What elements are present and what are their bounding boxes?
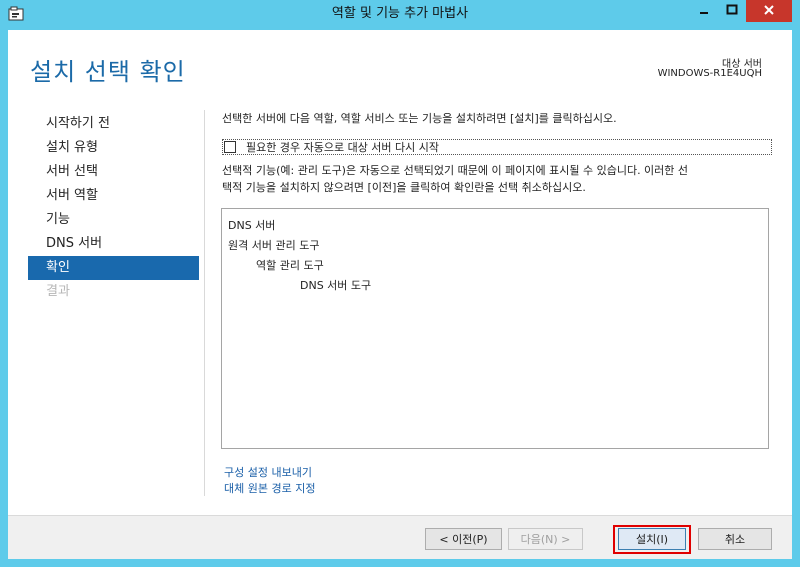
- footer-bar: < 이전(P) 다음(N) > 설치(I) 취소: [8, 515, 792, 559]
- maximize-button[interactable]: [718, 0, 746, 22]
- optional-features-notice: 선택적 기능(예: 관리 도구)은 자동으로 선택되었기 때문에 이 페이지에 …: [222, 162, 778, 196]
- notice-line-1: 선택적 기능(예: 관리 도구)은 자동으로 선택되었기 때문에 이 페이지에 …: [222, 164, 689, 177]
- wizard-window: 역할 및 기능 추가 마법사 설치 선택 확인 대상 서버 WINDOWS-R1…: [0, 0, 800, 567]
- export-config-link[interactable]: 구성 설정 내보내기: [224, 464, 312, 480]
- close-button[interactable]: [746, 0, 792, 22]
- install-button[interactable]: 설치(I): [618, 528, 686, 550]
- wizard-nav: 시작하기 전 설치 유형 서버 선택 서버 역할 기능 DNS 서버 확인 결과: [28, 112, 199, 304]
- minimize-button[interactable]: [690, 0, 718, 22]
- restart-checkbox-row[interactable]: 필요한 경우 자동으로 대상 서버 다시 시작: [222, 139, 772, 155]
- page-title: 설치 선택 확인: [30, 58, 186, 86]
- minimize-icon: [698, 4, 710, 19]
- selection-list: DNS 서버 원격 서버 관리 도구 역할 관리 도구 DNS 서버 도구: [221, 208, 769, 449]
- list-item: 역할 관리 도구: [256, 259, 324, 272]
- nav-divider: [204, 110, 205, 496]
- target-server-name: WINDOWS-R1E4UQH: [657, 68, 762, 79]
- list-item: DNS 서버 도구: [300, 279, 372, 292]
- nav-item-installation-type[interactable]: 설치 유형: [28, 136, 199, 160]
- wizard-content: 설치 선택 확인 대상 서버 WINDOWS-R1E4UQH 시작하기 전 설치…: [8, 30, 792, 559]
- nav-item-dns-server[interactable]: DNS 서버: [28, 232, 199, 256]
- title-bar[interactable]: 역할 및 기능 추가 마법사: [0, 0, 800, 30]
- previous-button[interactable]: < 이전(P): [425, 528, 502, 550]
- intro-text: 선택한 서버에 다음 역할, 역할 서비스 또는 기능을 설치하려면 [설치]를…: [222, 112, 617, 125]
- nav-item-server-roles[interactable]: 서버 역할: [28, 184, 199, 208]
- list-item: 원격 서버 관리 도구: [228, 239, 320, 252]
- notice-line-2: 택적 기능을 설치하지 않으려면 [이전]을 클릭하여 확인란을 선택 취소하십…: [222, 181, 586, 194]
- nav-item-confirmation[interactable]: 확인: [28, 256, 199, 280]
- restart-checkbox-label[interactable]: 필요한 경우 자동으로 대상 서버 다시 시작: [246, 139, 439, 155]
- maximize-icon: [726, 4, 738, 19]
- list-item: DNS 서버: [228, 219, 276, 232]
- close-icon: [763, 4, 775, 19]
- cancel-button[interactable]: 취소: [698, 528, 772, 550]
- nav-item-results: 결과: [46, 284, 70, 299]
- nav-item-before-you-begin[interactable]: 시작하기 전: [28, 112, 199, 136]
- window-title: 역할 및 기능 추가 마법사: [331, 6, 469, 21]
- nav-item-features[interactable]: 기능: [28, 208, 199, 232]
- alternate-source-link[interactable]: 대체 원본 경로 지정: [224, 480, 315, 496]
- next-button: 다음(N) >: [508, 528, 583, 550]
- restart-checkbox[interactable]: [224, 141, 236, 153]
- nav-item-server-selection[interactable]: 서버 선택: [28, 160, 199, 184]
